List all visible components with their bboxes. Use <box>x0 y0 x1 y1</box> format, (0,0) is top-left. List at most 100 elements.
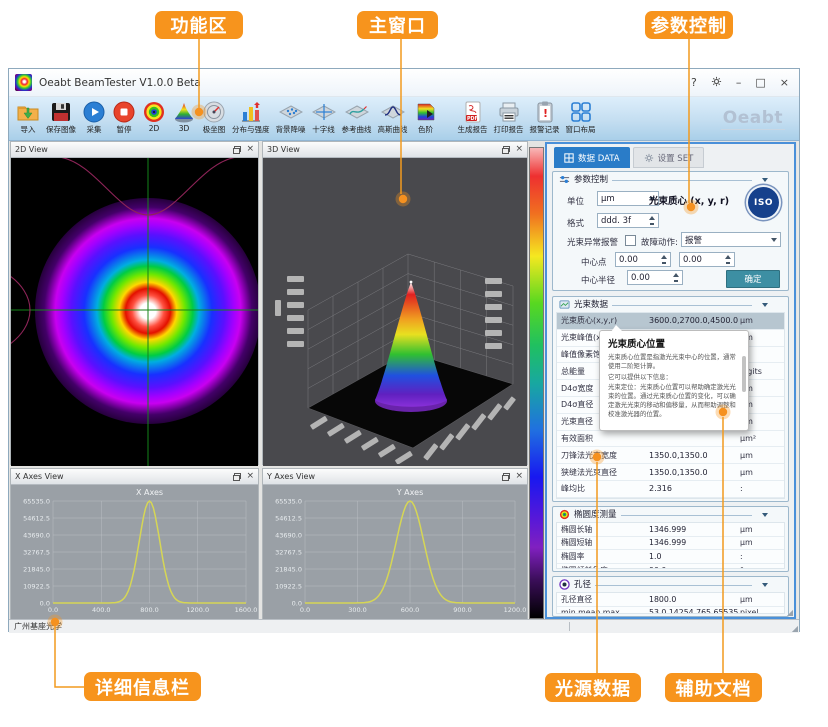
data-row[interactable]: 峰均比2.316: <box>557 481 784 498</box>
row-unit: : <box>740 484 780 493</box>
panel-y-axes-header: Y Axes View × <box>263 469 527 485</box>
toolbar-button-polar[interactable]: 极坐图 <box>199 99 229 136</box>
center-radius-label: 中心半径 <box>581 274 615 286</box>
svg-text:0.0: 0.0 <box>48 606 58 614</box>
float-panel-icon[interactable] <box>233 473 241 481</box>
svg-text:PDF: PDF <box>467 116 478 122</box>
centroid-tooltip: 光束质心位置 光束质心位置是指激光光束中心的位置，通常使用二阶矩计算。 它可以提… <box>599 330 749 431</box>
toolbar-button-capture[interactable]: 采集 <box>79 99 109 136</box>
float-panel-icon[interactable] <box>502 146 510 154</box>
confirm-button[interactable]: 确定 <box>726 270 780 288</box>
row-label: 椭圆率 <box>561 551 649 562</box>
toolbar-button-view-3d[interactable]: 3D <box>169 99 199 134</box>
unit-label: 单位 <box>567 195 584 207</box>
collapse-icon[interactable] <box>762 583 768 587</box>
toolbar-button-label: 打印报告 <box>494 124 524 135</box>
close-panel-icon[interactable]: × <box>246 145 254 154</box>
data-row[interactable]: 刀锋法光束宽度1350.0,1350.0μm <box>557 447 784 464</box>
data-row[interactable]: min,mean,max53.0,14254.765,65535.0pixel <box>557 607 784 615</box>
row-value: 3600.0,2700.0,4500.0 <box>649 316 740 325</box>
3d-surface-plot[interactable] <box>263 158 527 464</box>
data-row[interactable]: 狭缝法光束直径1350.0,1350.0μm <box>557 464 784 481</box>
collapse-icon[interactable] <box>762 178 768 182</box>
tooltip-title: 光束质心位置 <box>608 336 737 350</box>
center-point-label: 中心点 <box>581 256 607 268</box>
minimize-button[interactable]: – <box>736 77 742 88</box>
toolbar-button-gauss-curve[interactable]: 高斯曲线 <box>375 99 411 136</box>
window-resize-grip[interactable]: ◢ <box>792 625 798 633</box>
toolbar-button-denoise[interactable]: 背景降噪 <box>273 99 309 136</box>
toolbar-button-color-scale[interactable]: 色阶 <box>411 99 441 136</box>
collapse-icon[interactable] <box>762 513 768 517</box>
help-button[interactable]: ? <box>691 77 697 88</box>
close-panel-icon[interactable]: × <box>246 472 254 481</box>
data-row[interactable]: 有效面积μm² <box>557 431 784 448</box>
gear-icon <box>644 153 654 163</box>
toolbar-button-alarm[interactable]: !报警记录 <box>527 99 563 136</box>
row-value: 1346.999 <box>649 525 740 534</box>
beam-2d-view[interactable] <box>11 158 258 466</box>
row-unit: μm <box>740 595 780 604</box>
beam-overlay <box>11 158 258 466</box>
close-button[interactable]: × <box>780 77 789 88</box>
data-row[interactable]: 椭圆长轴1346.999μm <box>557 523 784 537</box>
print-icon <box>497 100 521 124</box>
data-row[interactable]: 峰值功率/能量139738.248μw/cm² <box>557 498 784 499</box>
svg-text:32767.5: 32767.5 <box>23 548 50 556</box>
float-panel-icon[interactable] <box>502 473 510 481</box>
y-profile-chart[interactable]: Y Axes0.010922.521845.032767.543690.0546… <box>263 485 527 621</box>
svg-text:600.0: 600.0 <box>401 606 420 614</box>
beam-alarm-checkbox[interactable] <box>625 235 636 246</box>
float-panel-icon[interactable] <box>233 146 241 154</box>
row-label: 光束质心(x,y,r) <box>561 315 649 326</box>
section-param-control: 参数控制 单位 μm 光束质心 (x, y, r) ISO 格式 ddd. 3f… <box>552 171 789 291</box>
toolbar-button-view-2d[interactable]: 2D <box>139 99 169 134</box>
toolbar-button-pdf[interactable]: PDF生成报告 <box>455 99 491 136</box>
row-label: 孔径直径 <box>561 594 649 605</box>
data-row[interactable]: 光束质心(x,y,r)3600.0,2700.0,4500.0μm <box>557 313 784 330</box>
maximize-button[interactable]: □ <box>755 77 765 88</box>
callout-detail-bar: 详细信息栏 <box>84 672 201 701</box>
tooltip-pointer <box>611 325 623 332</box>
data-row[interactable]: 椭圆倾斜角度90.0° <box>557 564 784 569</box>
app-window: Oeabt BeamTester V1.0.0 Beta ? – □ × 导入保… <box>8 68 800 632</box>
resize-grip[interactable]: ◢ <box>787 609 793 617</box>
toolbar-button-print[interactable]: 打印报告 <box>491 99 527 136</box>
status-text: 广州基座光学 <box>14 621 62 632</box>
polar-icon <box>202 100 226 124</box>
center-y-spinner[interactable]: 0.00 <box>679 252 735 267</box>
data-row[interactable]: 椭圆率1.0: <box>557 550 784 564</box>
toolbar-button-pause[interactable]: 暂停 <box>109 99 139 136</box>
toolbar-button-histogram[interactable]: 分布与强度 <box>229 99 273 136</box>
tab-set[interactable]: 设置 SET <box>633 147 705 168</box>
panel-3d-header: 3D View × <box>263 142 527 158</box>
close-panel-icon[interactable]: × <box>515 472 523 481</box>
toolbar-button-layout[interactable]: 窗口布局 <box>563 99 599 136</box>
data-row[interactable]: 孔径直径1800.0μm <box>557 593 784 607</box>
toolbar-button-ref-curve[interactable]: 参考曲线 <box>339 99 375 136</box>
tab-data[interactable]: 数据 DATA <box>554 147 630 168</box>
collapse-icon[interactable] <box>762 303 768 307</box>
center-radius-spinner[interactable]: 0.00 <box>627 270 683 285</box>
svg-text:21845.0: 21845.0 <box>275 565 302 573</box>
fault-action-select[interactable]: 报警 <box>681 232 781 247</box>
x-profile-chart[interactable]: X Axes0.010922.521845.032767.543690.0546… <box>11 485 258 621</box>
format-spinner[interactable]: ddd. 3f <box>597 213 659 228</box>
toolbar-button-crosshair[interactable]: 十字线 <box>309 99 339 136</box>
brand-logo: Oeabt <box>721 108 785 130</box>
close-panel-icon[interactable]: × <box>515 145 523 154</box>
svg-text:Y Axes: Y Axes <box>396 488 423 497</box>
gear-icon[interactable] <box>711 76 722 89</box>
ellipse-table: 椭圆长轴1346.999μm椭圆短轴1346.999μm椭圆率1.0:椭圆倾斜角… <box>556 522 785 569</box>
toolbar-button-folder-import[interactable]: 导入 <box>13 99 43 136</box>
toolbar-button-save[interactable]: 保存图像 <box>43 99 79 136</box>
toolbar-button-label: 分布与强度 <box>232 124 270 135</box>
row-unit: : <box>740 552 780 561</box>
data-row[interactable]: 椭圆短轴1346.999μm <box>557 537 784 551</box>
alarm-icon: ! <box>533 100 557 124</box>
tooltip-scrollbar[interactable] <box>742 356 746 392</box>
toolbar-button-label: 窗口布局 <box>566 124 596 135</box>
save-icon <box>49 100 73 124</box>
center-x-spinner[interactable]: 0.00 <box>615 252 671 267</box>
svg-text:400.0: 400.0 <box>92 606 111 614</box>
